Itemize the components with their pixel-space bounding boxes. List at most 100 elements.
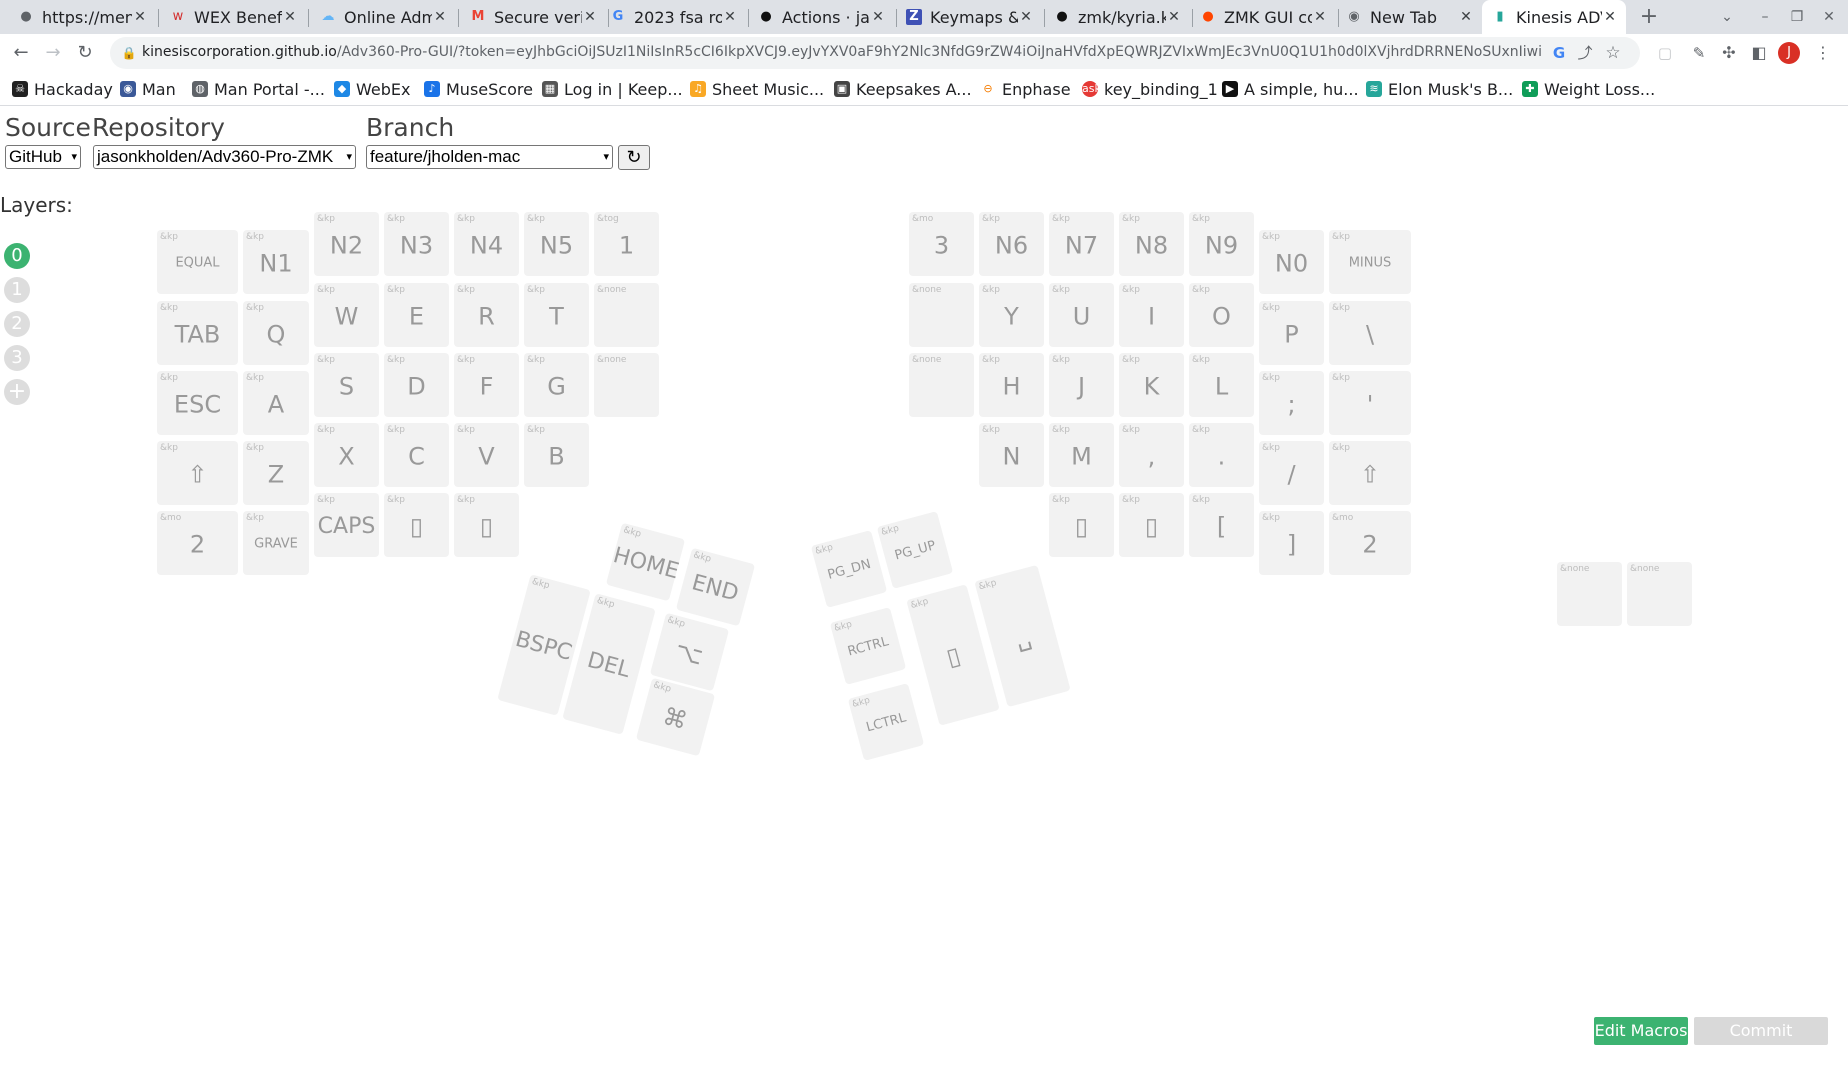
bookmark-weight-loss[interactable]: ✚ Weight Loss... (1522, 78, 1655, 100)
lock-icon[interactable]: 🔒 (116, 40, 142, 66)
extensions-puzzle-icon[interactable]: ✣ (1716, 40, 1742, 66)
close-icon[interactable]: ✕ (1602, 9, 1618, 25)
key-blank-r2[interactable]: &kp ▯ (1119, 493, 1184, 557)
key-tab[interactable]: &kp TAB (157, 301, 238, 365)
close-icon[interactable]: ✕ (282, 9, 298, 25)
key-b[interactable]: &kp B (524, 423, 589, 487)
key-h[interactable]: &kp H (979, 353, 1044, 417)
key-comma[interactable]: &kp, (1119, 423, 1184, 487)
key-n2[interactable]: &kp N2 (314, 212, 379, 276)
key-n7[interactable]: &kp N7 (1049, 212, 1114, 276)
key-period[interactable]: &kp. (1189, 423, 1254, 487)
tab[interactable]: G 2023 fsa ro ✕ (600, 2, 746, 32)
key-n5[interactable]: &kp N5 (524, 212, 589, 276)
key-mo2-left[interactable]: &mo 2 (157, 511, 238, 575)
key-mo2-right[interactable]: &mo 2 (1329, 511, 1411, 575)
close-icon[interactable]: ✕ (132, 9, 148, 25)
branch-select[interactable]: feature/jholden-mac ▾ (366, 145, 613, 169)
key-x[interactable]: &kp X (314, 423, 379, 487)
key-a[interactable]: &kp A (243, 371, 309, 435)
tab[interactable]: ● zmk/kyria.k ✕ (1044, 2, 1190, 32)
key-n9[interactable]: &kp N9 (1189, 212, 1254, 276)
back-icon[interactable]: ← (8, 40, 34, 66)
tab[interactable]: ● Actions · jas ✕ (748, 2, 894, 32)
key-m[interactable]: &kp M (1049, 423, 1114, 487)
key-n1[interactable]: &kp N1 (243, 230, 309, 294)
url-text[interactable]: kinesiscorporation.github.io/Adv360-Pro-… (142, 44, 1542, 60)
key-z[interactable]: &kp Z (243, 441, 309, 505)
close-icon[interactable]: ✕ (432, 9, 448, 25)
window-close-icon[interactable]: ✕ (1816, 4, 1842, 30)
key-esc[interactable]: &kp ESC (157, 371, 238, 435)
layer-0-button[interactable]: 0 (4, 243, 30, 269)
tab[interactable]: w WEX Benef ✕ (160, 2, 306, 32)
tab-search-icon[interactable]: ⌄ (1714, 4, 1740, 30)
menu-icon[interactable]: ⋮ (1810, 40, 1836, 66)
add-layer-button[interactable]: + (4, 379, 30, 405)
close-icon[interactable]: ✕ (1018, 9, 1034, 25)
bookmark-keepsakes[interactable]: ▣ Keepsakes A... (834, 78, 972, 100)
address-bar[interactable]: 🔒 kinesiscorporation.github.io/Adv360-Pr… (110, 37, 1640, 69)
key-minus[interactable]: &kp MINUS (1329, 230, 1411, 294)
key-j[interactable]: &kp J (1049, 353, 1114, 417)
bookmark-elon[interactable]: ≋ Elon Musk's B... (1366, 78, 1513, 100)
key-c[interactable]: &kp C (384, 423, 449, 487)
key-d[interactable]: &kp D (384, 353, 449, 417)
bookmark-enphase[interactable]: ⊖ Enphase (980, 78, 1071, 100)
key-s[interactable]: &kp S (314, 353, 379, 417)
close-icon[interactable]: ✕ (1166, 9, 1182, 25)
key-pgdn[interactable]: &kp PG_DN (810, 530, 888, 608)
repository-select[interactable]: jasonkholden/Adv360-Pro-ZMK ▾ (93, 145, 356, 169)
key-backslash[interactable]: &kp \ (1329, 301, 1411, 365)
close-icon[interactable]: ✕ (582, 9, 598, 25)
key-rctrl[interactable]: &kp RCTRL (829, 607, 907, 685)
minimize-icon[interactable]: – (1752, 4, 1778, 30)
reload-icon[interactable]: ↻ (72, 40, 98, 66)
tab[interactable]: Z Keymaps & ✕ (896, 2, 1042, 32)
side-panel-icon[interactable]: ◧ (1746, 40, 1772, 66)
key-slash[interactable]: &kp / (1259, 441, 1324, 505)
key-l[interactable]: &kp L (1189, 353, 1254, 417)
key-grave[interactable]: &kp GRAVE (243, 511, 309, 575)
key-u[interactable]: &kp U (1049, 283, 1114, 347)
share-icon[interactable]: ⤴ (1572, 40, 1598, 66)
key-none-l2[interactable]: &none (594, 353, 659, 417)
key-r[interactable]: &kp R (454, 283, 519, 347)
bookmark-keep[interactable]: ▦ Log in | Keep... (542, 78, 683, 100)
tab[interactable]: ◉ New Tab ✕ (1336, 2, 1482, 32)
key-o[interactable]: &kp O (1189, 283, 1254, 347)
tab-active[interactable]: ▮ Kinesis ADV ✕ (1482, 0, 1626, 34)
key-blank-l2[interactable]: &kp ▯ (454, 493, 519, 557)
bookmark-star-icon[interactable]: ☆ (1600, 40, 1626, 66)
bookmark-man-portal[interactable]: ◍ Man Portal -... (192, 78, 325, 100)
restore-icon[interactable]: ❐ (1784, 4, 1810, 30)
eyedropper-icon[interactable]: ✎ (1686, 40, 1712, 66)
layer-1-button[interactable]: 1 (4, 277, 30, 303)
key-n[interactable]: &kp N (979, 423, 1044, 487)
key-lshift[interactable]: &kp ⇧ (157, 441, 238, 505)
key-lbracket[interactable]: &kp [ (1189, 493, 1254, 557)
close-icon[interactable]: ✕ (870, 9, 886, 25)
tab[interactable]: M Secure veri ✕ (460, 2, 606, 32)
bookmark-musescore[interactable]: ♪ MuseScore (424, 78, 533, 100)
bookmark-simple[interactable]: ▶ A simple, hu... (1222, 78, 1359, 100)
close-icon[interactable]: ✕ (1458, 9, 1474, 25)
key-n4[interactable]: &kp N4 (454, 212, 519, 276)
key-g[interactable]: &kp G (524, 353, 589, 417)
key-n8[interactable]: &kp N8 (1119, 212, 1184, 276)
close-icon[interactable]: ✕ (722, 9, 738, 25)
key-v[interactable]: &kp V (454, 423, 519, 487)
tab[interactable]: ☁ Online Adm ✕ (310, 2, 456, 32)
key-home[interactable]: &kp HOME (605, 522, 686, 602)
bookmark-key-binding[interactable]: ask key_binding_1 (1082, 78, 1218, 100)
key-none-r2[interactable]: &none (909, 353, 974, 417)
google-lens-icon[interactable]: G (1546, 40, 1572, 66)
key-k[interactable]: &kp K (1119, 353, 1184, 417)
key-lcmd[interactable]: &kp ⌘ (635, 677, 716, 757)
layer-2-button[interactable]: 2 (4, 311, 30, 337)
bookmark-man[interactable]: ◉ Man (120, 78, 176, 100)
avatar[interactable]: J (1778, 42, 1800, 64)
key-q[interactable]: &kp Q (243, 301, 309, 365)
source-select[interactable]: GitHub ▾ (5, 145, 81, 169)
key-blank-r1[interactable]: &kp ▯ (1049, 493, 1114, 557)
